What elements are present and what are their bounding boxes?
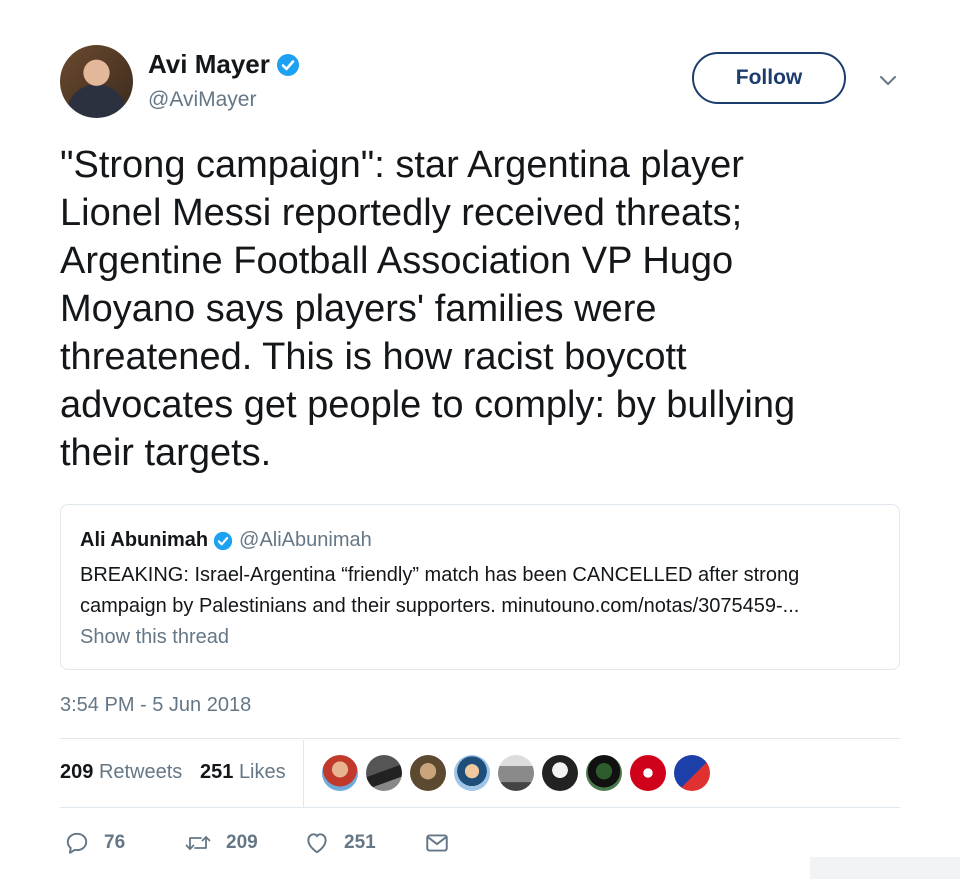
liker-avatar[interactable] xyxy=(366,755,402,791)
retweets-stat-count: 209 xyxy=(60,761,94,783)
liker-avatar[interactable] xyxy=(322,755,358,791)
author-name-row[interactable]: Avi Mayer xyxy=(148,49,300,80)
liker-avatar[interactable] xyxy=(410,755,446,791)
direct-message-action[interactable] xyxy=(424,830,450,856)
liker-avatar[interactable] xyxy=(630,755,666,791)
quoted-author-handle: @AliAbunimah xyxy=(239,529,372,551)
liker-avatar[interactable] xyxy=(674,755,710,791)
tweet-timestamp[interactable]: 3:54 PM - 5 Jun 2018 xyxy=(60,694,251,717)
divider xyxy=(60,738,900,739)
page-corner xyxy=(810,857,960,879)
quoted-tweet-text: BREAKING: Israel-Argentina “friendly” ma… xyxy=(80,564,800,617)
retweet-action[interactable]: 209 xyxy=(184,830,258,856)
retweet-count: 209 xyxy=(226,832,258,853)
liker-avatars xyxy=(322,755,710,791)
verified-badge-icon xyxy=(276,53,299,76)
retweets-stat[interactable]: 209 Retweets xyxy=(60,761,182,784)
retweets-stat-label: Retweets xyxy=(98,761,183,783)
chevron-down-icon[interactable] xyxy=(876,68,900,92)
liker-avatar[interactable] xyxy=(498,755,534,791)
verified-badge-icon xyxy=(213,531,233,550)
like-count: 251 xyxy=(344,832,376,853)
like-action[interactable]: 251 xyxy=(304,830,376,856)
author-avatar[interactable] xyxy=(60,45,133,118)
retweet-icon xyxy=(185,836,211,850)
liker-avatar[interactable] xyxy=(454,755,490,791)
reply-count: 76 xyxy=(104,832,126,853)
divider xyxy=(60,807,900,808)
show-thread-link[interactable]: Show this thread xyxy=(80,626,229,649)
quoted-tweet-header: Ali Abunimah @AliAbunimah xyxy=(80,529,372,552)
likes-stat-label: Likes xyxy=(238,761,286,783)
author-name[interactable]: Avi Mayer xyxy=(148,49,270,80)
liker-avatar[interactable] xyxy=(586,755,622,791)
quoted-tweet[interactable]: Ali Abunimah @AliAbunimah BREAKING: Isra… xyxy=(60,504,900,670)
liker-avatar[interactable] xyxy=(542,755,578,791)
message-icon xyxy=(426,834,448,852)
reply-action[interactable]: 76 xyxy=(64,830,125,856)
reply-icon xyxy=(66,832,88,854)
follow-button[interactable]: Follow xyxy=(692,52,846,104)
tweet-text: "Strong campaign": star Argentina player… xyxy=(60,144,796,474)
heart-icon xyxy=(307,833,327,854)
author-handle[interactable]: @AviMayer xyxy=(148,88,256,112)
divider xyxy=(303,740,304,807)
likes-stat-count: 251 xyxy=(200,761,234,783)
likes-stat[interactable]: 251 Likes xyxy=(200,761,286,784)
quoted-author-name: Ali Abunimah xyxy=(80,529,209,551)
